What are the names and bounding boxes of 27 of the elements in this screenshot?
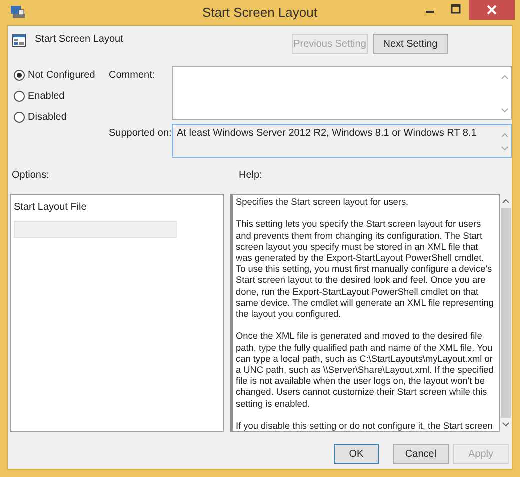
help-text: This setting lets you specify the Start screen layout for users and prevents them from changing its configuration. The Start screen layout you specify must be stored in an XML file that was generated by the Export-StartLayout PowerShell cmdlet.: [236, 219, 486, 264]
scroll-down-icon[interactable]: [500, 108, 508, 114]
dialog-button[interactable]: OK: [334, 444, 379, 464]
help-text: Specifies the Start screen layout for users.: [236, 197, 410, 208]
window-title: Start Screen Layout: [202, 5, 318, 20]
comment-label: Comment:: [109, 69, 156, 83]
scroll-down-icon[interactable]: [502, 422, 510, 428]
scroll-up-icon[interactable]: [502, 198, 510, 204]
help-text: Once the XML file is generated and moved to the desired file path, type the fully qualified path and name of the XML file. You can type a local path, such as C:\StartLayouts\myLayout.xml or a UNC path, such as \\Server\Share\Layout.xml. If the specified file is not available when the user logs on, the layout won't be changed. Users cannot customize their Start screen while this setting is enabled.: [236, 331, 495, 410]
radio-option[interactable]: Disabled: [14, 110, 67, 124]
nav-button[interactable]: Next Setting: [373, 34, 448, 54]
policy-icon: [12, 34, 26, 47]
field-label: Start Layout File: [14, 202, 87, 213]
dialog-button[interactable]: Cancel: [393, 444, 449, 464]
comment-field[interactable]: [172, 66, 512, 120]
radio-option[interactable]: Not Configured: [14, 68, 96, 82]
help-text: To use this setting, you must first manually configure a device's Start screen layout to the desired look and feel. Once you are done, run the Export-StartLayout PowerShell cmdlet on that same device. The cmdlet will generate an XML file representing the layout you configured.: [236, 264, 495, 320]
app-icon: [10, 5, 26, 19]
help-text: If you disable this setting or do not configure it, the Start screen: [236, 421, 494, 431]
policy-title: Start Screen Layout: [35, 34, 124, 45]
radio-option[interactable]: Enabled: [14, 89, 65, 103]
options-label: Options:: [12, 170, 50, 183]
supported-on-label: Supported on:: [109, 127, 172, 141]
help-label: Help:: [239, 170, 262, 183]
scroll-up-icon[interactable]: [500, 74, 508, 80]
close-icon[interactable]: [469, 0, 515, 20]
scroll-thumb[interactable]: [501, 208, 511, 418]
